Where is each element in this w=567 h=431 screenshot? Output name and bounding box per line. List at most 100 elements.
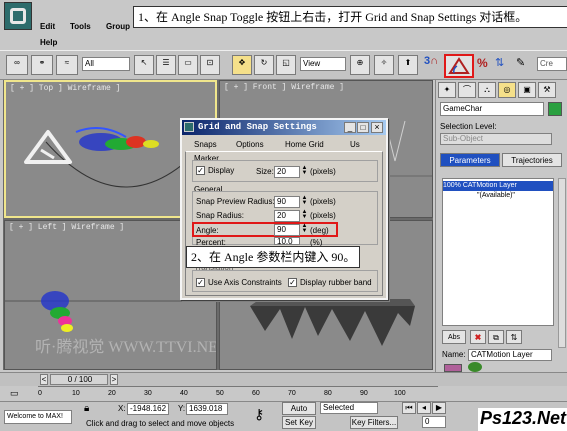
time-slider[interactable]: < 0 / 100 >: [0, 372, 567, 386]
next-frame-button[interactable]: >: [110, 374, 118, 385]
x-coordinate[interactable]: -1948.162: [127, 403, 169, 415]
watermark-center: 听·腾视觉 WWW.TTVI.NET: [35, 339, 217, 356]
lock-selection-icon[interactable]: 🔒︎: [84, 403, 96, 415]
track-bar[interactable]: ▭ 0 10 20 30 40 50 60 70 80 90 100: [0, 386, 567, 402]
maxscript-listener[interactable]: Welcome to MAX!: [4, 410, 72, 424]
rect-selection-icon[interactable]: ▭: [178, 55, 198, 75]
angle-snap-toggle-icon[interactable]: [444, 54, 474, 78]
modify-tab-icon[interactable]: ⌒: [458, 82, 476, 98]
max-logo-icon: [10, 8, 26, 24]
marker-display-checkbox[interactable]: ✓: [196, 166, 205, 175]
play-icon[interactable]: ▶: [432, 402, 446, 414]
app-logo[interactable]: [4, 2, 32, 30]
snap-preview-radius-spinner[interactable]: ▲ ▼: [301, 195, 308, 207]
angle-unit: (deg): [310, 226, 329, 235]
current-frame-field[interactable]: 0: [422, 416, 446, 428]
tab-parameters[interactable]: Parameters: [440, 153, 500, 167]
prev-frame-button[interactable]: <: [40, 374, 48, 385]
display-tab-icon[interactable]: ▣: [518, 82, 536, 98]
select-rotate-icon[interactable]: ↻: [254, 55, 274, 75]
watermark-text: Ps123.Net: [480, 408, 567, 428]
scrollbar[interactable]: [558, 178, 566, 348]
menu-tools[interactable]: Tools: [70, 22, 91, 31]
select-scale-icon[interactable]: ◱: [276, 55, 296, 75]
keyboard-shortcut-icon[interactable]: ⬆: [398, 55, 418, 75]
tab-options[interactable]: Options: [236, 140, 264, 149]
tick-label: 60: [252, 390, 260, 397]
tab-trajectories[interactable]: Trajectories: [502, 153, 562, 167]
link-icon[interactable]: ∞: [6, 55, 28, 75]
snaps-toggle-icon[interactable]: 3∩: [424, 55, 442, 75]
menu-group[interactable]: Group: [106, 22, 130, 31]
reference-coordinate-dropdown[interactable]: View: [300, 57, 346, 71]
menu-edit[interactable]: Edit: [40, 22, 55, 31]
minimize-button[interactable]: _: [344, 122, 356, 133]
percent-input[interactable]: 10.0: [274, 237, 300, 245]
remove-layer-icon[interactable]: ✖: [470, 330, 486, 344]
edit-named-selection-icon[interactable]: ✎: [516, 56, 534, 74]
paw-icon[interactable]: [468, 362, 482, 372]
key-filters-button[interactable]: Key Filters...: [350, 416, 398, 429]
layer-list[interactable]: 100% CATMotion Layer "(Available)": [442, 178, 554, 326]
select-move-icon[interactable]: ✥: [232, 55, 252, 75]
y-label: Y:: [178, 404, 186, 413]
use-axis-constraints-checkbox[interactable]: ✓: [196, 278, 205, 287]
select-manipulate-icon[interactable]: ✧: [374, 55, 394, 75]
main-toolbar: ∞ ⚭ ≈ All ↖ ☰ ▭ ⊡ ✥ ↻ ◱ View ⊕ ✧ ⬆ 3∩ % …: [0, 50, 567, 80]
menu-help[interactable]: Help: [40, 38, 57, 47]
layer-name-field[interactable]: CATMotion Layer: [468, 349, 552, 361]
key-mode-dropdown[interactable]: Selected: [320, 402, 378, 414]
tab-user-grids[interactable]: Us: [350, 140, 360, 149]
hierarchy-tab-icon[interactable]: ⛬: [478, 82, 496, 98]
tab-home-grid[interactable]: Home Grid: [285, 140, 324, 149]
snap-radius-input[interactable]: 20: [274, 210, 300, 222]
prev-key-icon[interactable]: ◂: [417, 402, 431, 414]
marker-size-spinner[interactable]: ▲ ▼: [301, 165, 308, 177]
tick-label: 100: [394, 390, 406, 397]
create-tab-icon[interactable]: ✦: [438, 82, 456, 98]
layer-row-selected[interactable]: 100% CATMotion Layer: [443, 181, 553, 191]
layer-move-icon[interactable]: ⇅: [506, 330, 522, 344]
set-key-button[interactable]: Set Key: [282, 416, 316, 429]
auto-key-button[interactable]: Auto Key: [282, 402, 316, 424]
selection-filter-dropdown[interactable]: All: [82, 57, 130, 71]
go-to-start-icon[interactable]: ⏮: [402, 402, 416, 414]
marker-display-label: Display: [208, 166, 235, 175]
max-small-icon: [184, 122, 194, 132]
y-coordinate[interactable]: 1639.018: [186, 403, 228, 415]
add-layer-icon[interactable]: Abs: [442, 330, 466, 344]
select-object-icon[interactable]: ↖: [134, 55, 154, 75]
track-bar-icon[interactable]: ▭: [10, 388, 26, 399]
maximize-button[interactable]: □: [357, 122, 369, 133]
bind-spacewarp-icon[interactable]: ≈: [56, 55, 78, 75]
layer-color-swatch[interactable]: [444, 364, 462, 372]
window-crossing-icon[interactable]: ⊡: [200, 55, 220, 75]
snap-radius-spinner[interactable]: ▲ ▼: [301, 209, 308, 221]
object-name-field[interactable]: GameChar: [440, 102, 544, 116]
angle-input[interactable]: 90: [274, 224, 300, 236]
close-button[interactable]: ×: [371, 122, 383, 133]
percent-snap-toggle-icon[interactable]: %: [477, 56, 493, 74]
tab-snaps[interactable]: Snaps: [194, 140, 217, 149]
pivot-center-icon[interactable]: ⊕: [350, 55, 370, 75]
select-by-name-icon[interactable]: ☰: [156, 55, 176, 75]
dialog-title-bar[interactable]: Grid and Snap Settings _ □ ×: [182, 120, 386, 135]
sub-object-dropdown[interactable]: Sub-Object: [440, 133, 552, 145]
frame-indicator[interactable]: 0 / 100: [50, 374, 108, 385]
marker-size-input[interactable]: 20: [274, 166, 300, 178]
object-color-swatch[interactable]: [548, 102, 562, 116]
playback-controls: ⏮ ◂ ▶: [402, 402, 464, 415]
named-selection-set-field[interactable]: Cre: [537, 57, 567, 71]
key-icon[interactable]: ⚷: [254, 406, 276, 424]
unlink-icon[interactable]: ⚭: [31, 55, 53, 75]
motion-tab-icon[interactable]: ◎: [498, 82, 516, 98]
layer-row-available[interactable]: "(Available)": [477, 192, 515, 199]
utilities-tab-icon[interactable]: ⚒: [538, 82, 556, 98]
display-rubber-band-checkbox[interactable]: ✓: [288, 278, 297, 287]
snap-preview-radius-input[interactable]: 90: [274, 196, 300, 208]
angle-spinner[interactable]: ▲ ▼: [301, 223, 308, 235]
layer-tool-icon[interactable]: ⧉: [488, 330, 504, 344]
tick-label: 80: [324, 390, 332, 397]
spinner-snap-toggle-icon[interactable]: ⇅: [495, 56, 515, 74]
snap-radius-label: Snap Radius:: [196, 211, 245, 220]
